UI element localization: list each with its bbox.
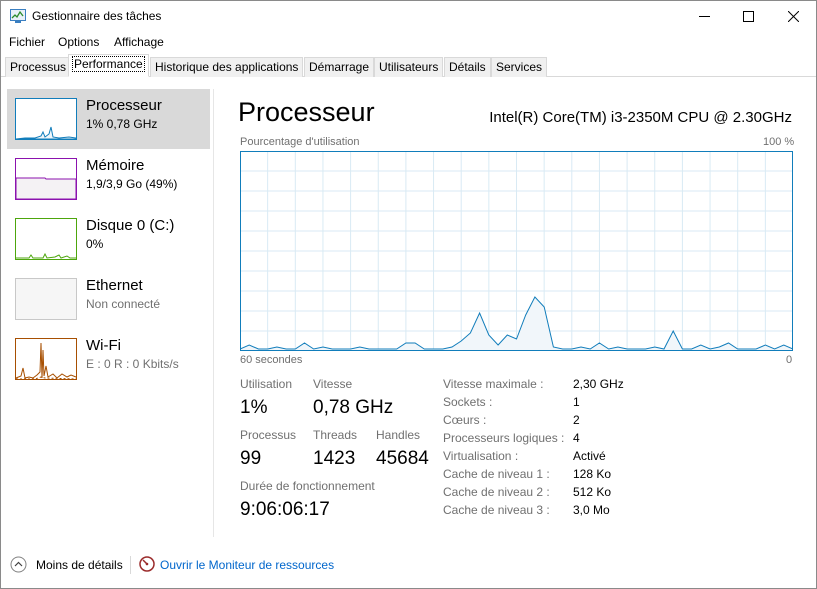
tab-processus[interactable]: Processus bbox=[5, 57, 72, 77]
tab-label: Processus bbox=[10, 60, 67, 74]
vitesse-label: Vitesse bbox=[313, 377, 353, 391]
resource-monitor-icon bbox=[139, 556, 155, 572]
tab-label: Utilisateurs bbox=[379, 60, 439, 74]
detail-value: 3,0 Mo bbox=[573, 503, 610, 517]
sidebar-item-title: Ethernet bbox=[86, 277, 143, 294]
handles-value: 45684 bbox=[376, 448, 429, 469]
menu-options[interactable]: Options bbox=[58, 35, 99, 49]
tab-utilisateurs[interactable]: Utilisateurs bbox=[374, 57, 444, 77]
cpu-model: Intel(R) Core(TM) i3-2350M CPU @ 2.30GHz bbox=[489, 109, 792, 126]
task-manager-window: Gestionnaire des tâches Fichier Options … bbox=[0, 0, 817, 589]
detail-value: 4 bbox=[573, 431, 580, 445]
processus-label: Processus bbox=[240, 428, 297, 442]
sidebar-item-memoire[interactable]: Mémoire 1,9/3,9 Go (49%) bbox=[7, 149, 210, 209]
title-bar[interactable]: Gestionnaire des tâches bbox=[1, 1, 816, 32]
detail-value: 512 Ko bbox=[573, 485, 612, 499]
graph-x-label: 60 secondes bbox=[240, 354, 303, 366]
page-title: Processeur bbox=[238, 97, 375, 127]
sidebar-item-title: Disque 0 (C:) bbox=[86, 217, 175, 234]
memory-thumbnail bbox=[15, 158, 77, 200]
footer-divider bbox=[130, 556, 131, 574]
tab-historique[interactable]: Historique des applications bbox=[150, 57, 304, 77]
processus-value: 99 bbox=[240, 448, 262, 469]
sidebar-item-subtitle: 1,9/3,9 Go (49%) bbox=[86, 177, 178, 191]
footer-bar: Moins de détails Ouvrir le Moniteur de r… bbox=[1, 553, 816, 577]
sidebar-item-title: Processeur bbox=[86, 97, 162, 114]
utilisation-label: Utilisation bbox=[240, 377, 293, 391]
graph-y-label: Pourcentage d'utilisation bbox=[240, 136, 360, 148]
tab-label: Performance bbox=[72, 56, 145, 72]
sidebar-item-title: Mémoire bbox=[86, 157, 145, 174]
tab-label: Historique des applications bbox=[155, 60, 299, 74]
minimize-icon bbox=[698, 16, 710, 17]
close-icon bbox=[787, 11, 799, 22]
sidebar-item-wifi[interactable]: Wi-Fi E : 0 R : 0 Kbits/s bbox=[7, 329, 210, 389]
detail-value: 1 bbox=[573, 395, 580, 409]
tab-label: Services bbox=[496, 60, 543, 74]
disk-thumbnail bbox=[15, 218, 77, 260]
detail-label: Sockets : bbox=[443, 395, 493, 409]
maximize-button[interactable] bbox=[725, 1, 771, 32]
resource-monitor-link[interactable]: Ouvrir le Moniteur de ressources bbox=[160, 558, 334, 572]
minimize-button[interactable] bbox=[681, 1, 727, 32]
menu-affichage[interactable]: Affichage bbox=[114, 35, 164, 49]
detail-label: Cache de niveau 2 : bbox=[443, 485, 550, 499]
close-button[interactable] bbox=[770, 1, 816, 32]
tab-bar: Processus Performance Historique des app… bbox=[1, 54, 816, 77]
tab-performance[interactable]: Performance bbox=[68, 54, 149, 77]
graph-x-end: 0 bbox=[786, 354, 793, 366]
graph-y-max: 100 % bbox=[763, 136, 795, 148]
handles-label: Handles bbox=[376, 428, 421, 442]
tab-details[interactable]: Détails bbox=[444, 57, 491, 77]
sidebar-item-subtitle: 1% 0,78 GHz bbox=[86, 117, 158, 131]
detail-label: Cache de niveau 1 : bbox=[443, 467, 550, 481]
detail-value: 2,30 GHz bbox=[573, 377, 624, 391]
task-manager-icon bbox=[10, 9, 26, 23]
tab-label: Détails bbox=[449, 60, 486, 74]
maximize-icon bbox=[742, 11, 754, 22]
utilisation-value: 1% bbox=[240, 397, 268, 418]
detail-label: Vitesse maximale : bbox=[443, 377, 544, 391]
sidebar-item-subtitle: Non connecté bbox=[86, 297, 161, 311]
detail-value: 2 bbox=[573, 413, 580, 427]
sidebar-item-title: Wi-Fi bbox=[86, 337, 121, 354]
detail-label: Cache de niveau 3 : bbox=[443, 503, 550, 517]
threads-label: Threads bbox=[313, 428, 358, 442]
uptime-label: Durée de fonctionnement bbox=[240, 479, 375, 493]
detail-value: 128 Ko bbox=[573, 467, 612, 481]
menu-bar: Fichier Options Affichage bbox=[1, 32, 816, 52]
resource-monitor-icon-wrap[interactable] bbox=[139, 556, 155, 575]
sidebar-item-subtitle: E : 0 R : 0 Kbits/s bbox=[86, 357, 179, 371]
detail-label: Virtualisation : bbox=[443, 449, 519, 463]
detail-label: Cœurs : bbox=[443, 413, 487, 427]
sidebar-item-disque[interactable]: Disque 0 (C:) 0% bbox=[7, 209, 210, 269]
detail-value: Activé bbox=[573, 449, 606, 463]
cpu-usage-graph bbox=[240, 151, 793, 351]
sidebar-divider bbox=[213, 89, 214, 537]
tab-label: Démarrage bbox=[309, 60, 370, 74]
menu-fichier[interactable]: Fichier bbox=[9, 35, 45, 49]
vitesse-value: 0,78 GHz bbox=[313, 397, 394, 418]
tab-demarrage[interactable]: Démarrage bbox=[304, 57, 375, 77]
less-details-toggle[interactable] bbox=[10, 556, 27, 576]
window-title: Gestionnaire des tâches bbox=[32, 9, 162, 23]
ethernet-thumbnail bbox=[15, 278, 77, 320]
sidebar-item-processeur[interactable]: Processeur 1% 0,78 GHz bbox=[7, 89, 210, 149]
sidebar-item-subtitle: 0% bbox=[86, 237, 104, 251]
threads-value: 1423 bbox=[313, 448, 356, 469]
less-details-link[interactable]: Moins de détails bbox=[36, 558, 123, 572]
chevron-up-circle-icon bbox=[10, 556, 27, 573]
cpu-thumbnail bbox=[15, 98, 77, 140]
wifi-thumbnail bbox=[15, 338, 77, 380]
detail-label: Processeurs logiques : bbox=[443, 431, 565, 445]
uptime-value: 9:06:06:17 bbox=[240, 499, 330, 520]
sidebar-item-ethernet[interactable]: Ethernet Non connecté bbox=[7, 269, 210, 329]
tab-services[interactable]: Services bbox=[491, 57, 548, 77]
